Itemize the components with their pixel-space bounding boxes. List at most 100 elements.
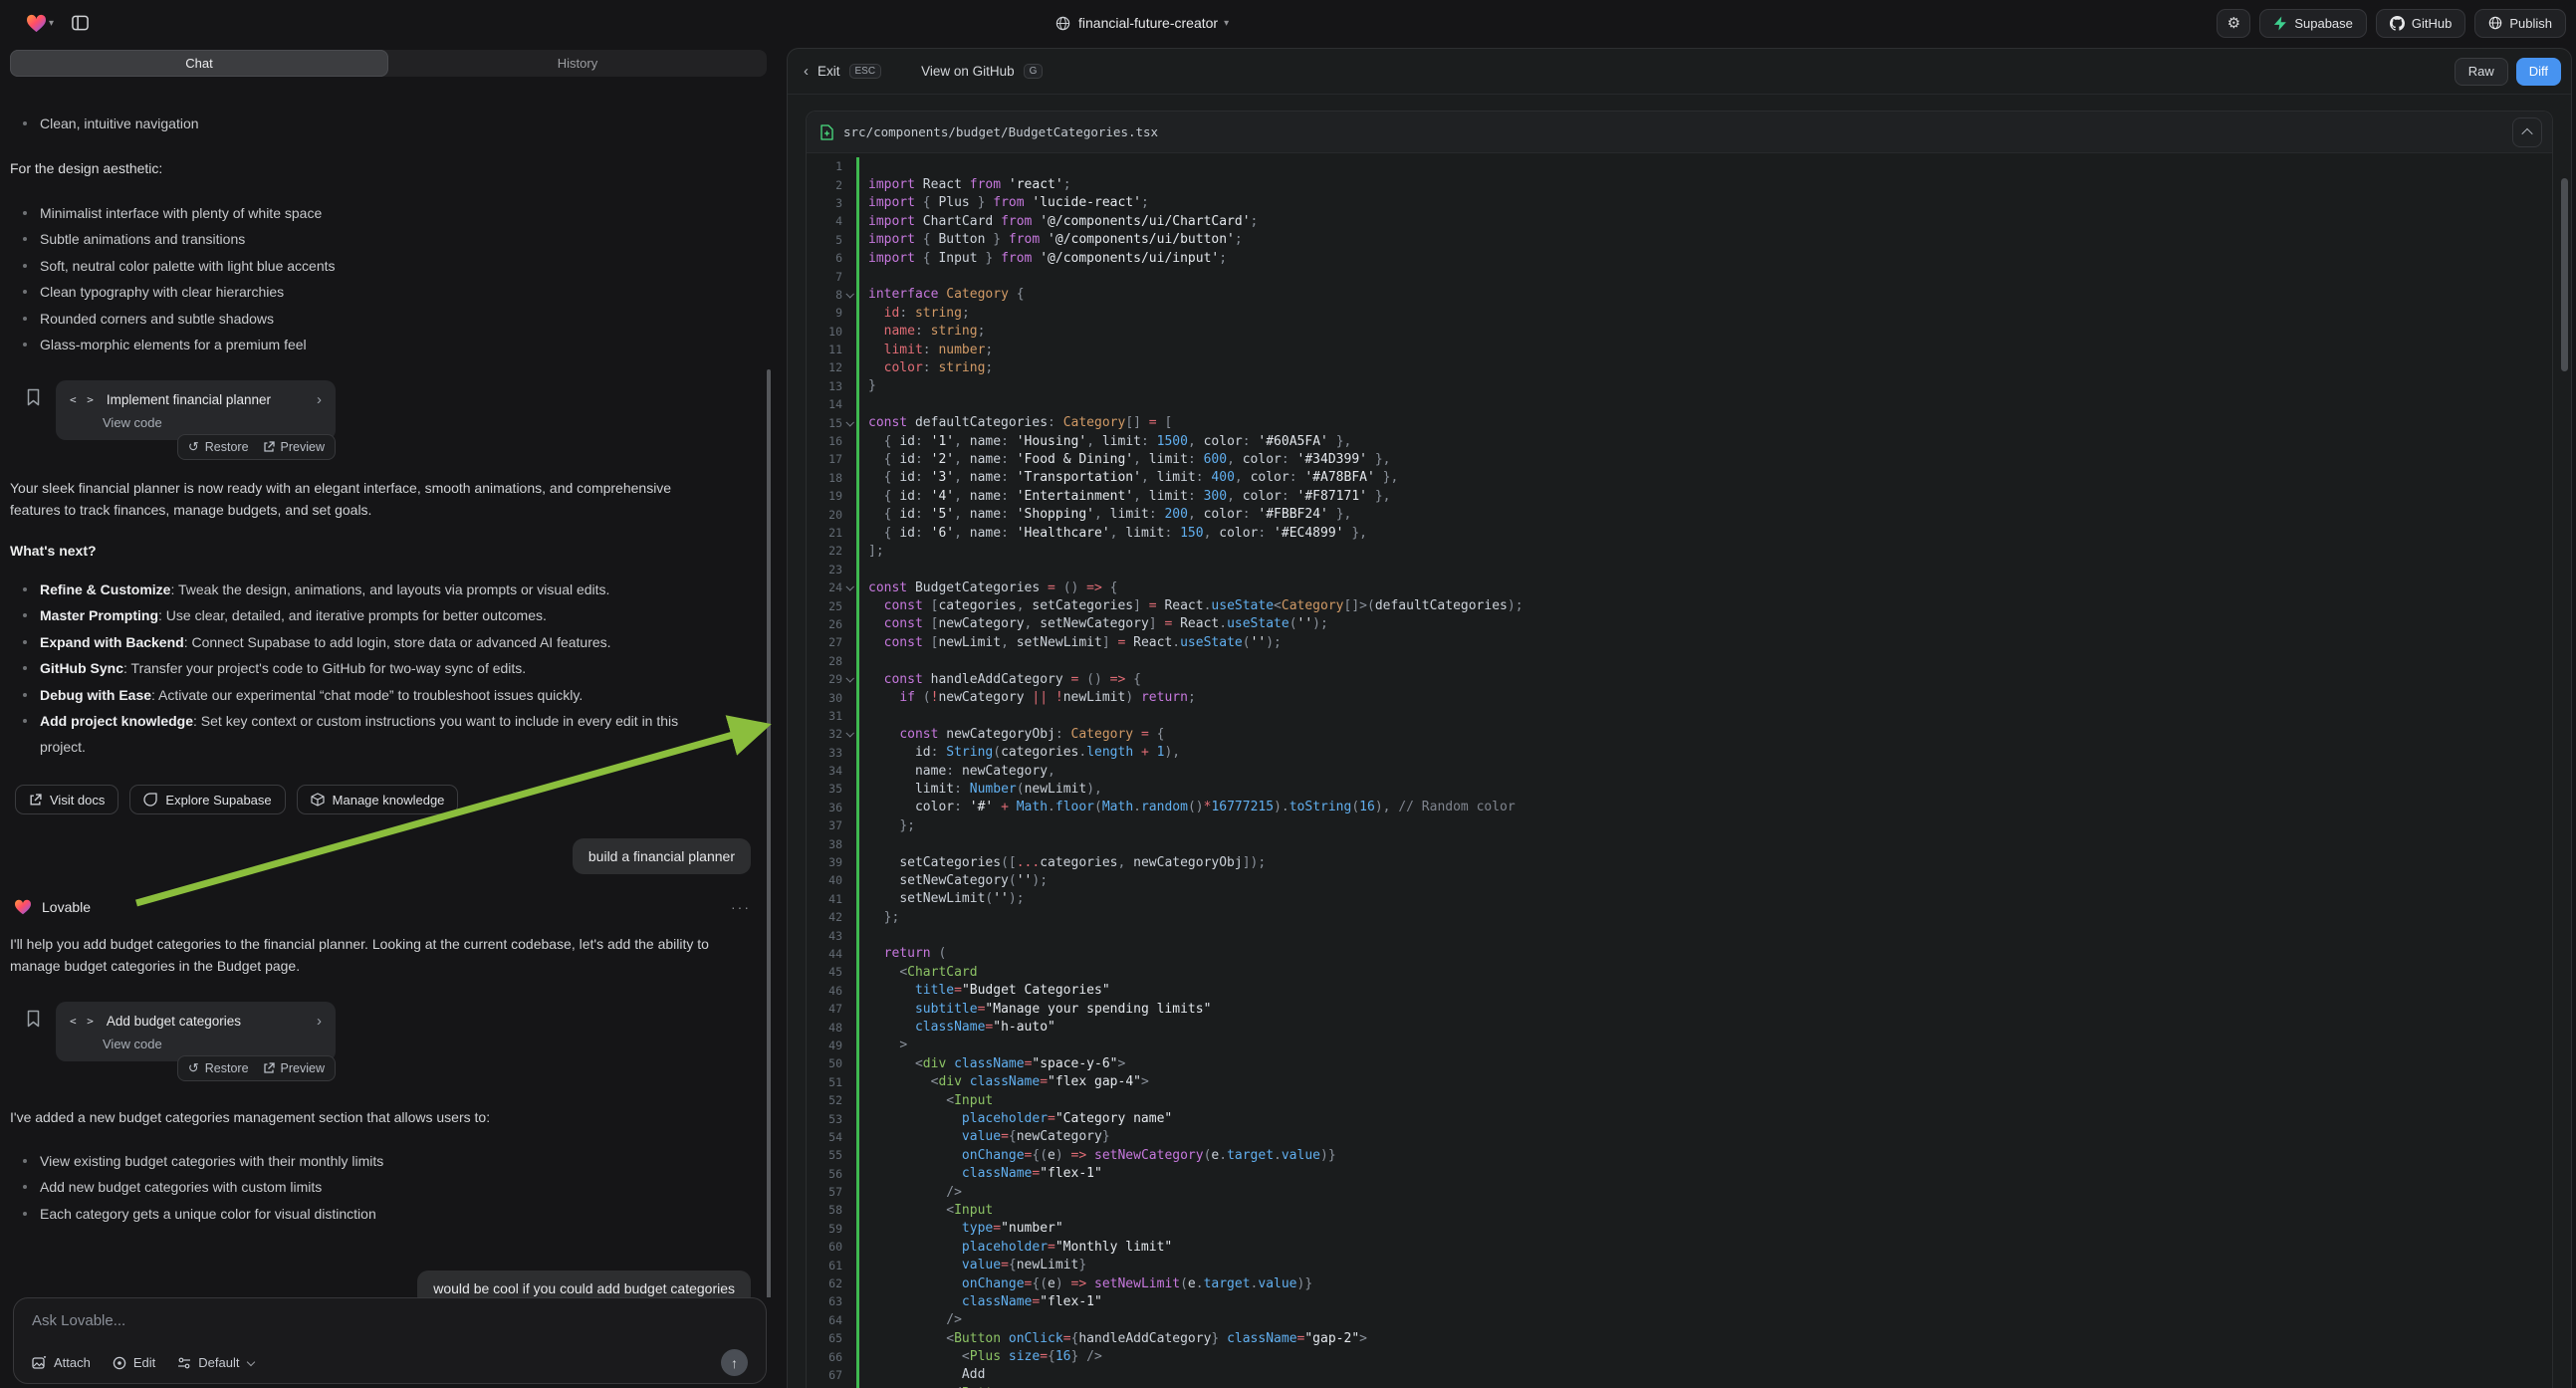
visit-docs-button[interactable]: Visit docs — [15, 785, 118, 814]
chat-input[interactable] — [32, 1312, 748, 1340]
code-text: type="number" — [859, 1221, 1063, 1236]
raw-toggle-button[interactable]: Raw — [2455, 58, 2508, 86]
code-text — [859, 928, 876, 943]
fold-chevron-icon[interactable] — [842, 292, 856, 298]
code-text: /> — [859, 1312, 962, 1327]
code-line: 61 value={newLimit} — [807, 1256, 2552, 1273]
fold-chevron-icon[interactable] — [842, 676, 856, 682]
code-text: setCategories([...categories, newCategor… — [859, 855, 1266, 870]
code-line: 8interface Category { — [807, 286, 2552, 304]
code-line: 24const BudgetCategories = () => { — [807, 578, 2552, 596]
line-number: 33 — [807, 746, 842, 760]
line-number: 35 — [807, 782, 842, 796]
settings-button[interactable]: ⚙ — [2217, 9, 2250, 38]
view-code-link[interactable]: View code — [103, 1037, 322, 1051]
file-header[interactable]: src/components/budget/BudgetCategories.t… — [807, 112, 2552, 153]
fold-chevron-icon[interactable] — [842, 420, 856, 426]
code-text: { id: '5', name: 'Shopping', limit: 200,… — [859, 507, 1351, 522]
code-line: 39 setCategories([...categories, newCate… — [807, 853, 2552, 871]
code-text: }; — [859, 818, 915, 833]
code-line: 64 /> — [807, 1311, 2552, 1329]
lovable-logo-icon[interactable]: ▾ — [26, 14, 54, 33]
line-number: 48 — [807, 1021, 842, 1035]
version-card[interactable]: < > Implement financial planner › View c… — [56, 380, 336, 440]
added-features-list: View existing budget categories with the… — [10, 1148, 383, 1227]
code-text — [859, 653, 876, 668]
design-bullet-list: Minimalist interface with plenty of whit… — [10, 200, 336, 357]
code-line: 16 { id: '1', name: 'Housing', limit: 15… — [807, 432, 2552, 450]
version-card-implement-planner: < > Implement financial planner › View c… — [56, 380, 336, 440]
edit-mode-button[interactable]: Edit — [113, 1355, 155, 1370]
version-card[interactable]: < > Add budget categories › View code ↺ … — [56, 1002, 336, 1061]
code-text: title="Budget Categories" — [859, 983, 1110, 998]
github-button[interactable]: GitHub — [2376, 9, 2465, 38]
code-text: <ChartCard — [859, 965, 978, 980]
chevron-left-icon: ‹ — [804, 63, 809, 80]
view-on-github-button[interactable]: View on GitHub — [921, 64, 1015, 79]
code-text: setNewLimit(''); — [859, 891, 1025, 906]
restore-button[interactable]: ↺ Restore — [188, 1060, 249, 1076]
mode-select[interactable]: Default — [177, 1355, 254, 1370]
list-item: Subtle animations and transitions — [10, 226, 336, 252]
diff-toggle-button[interactable]: Diff — [2516, 58, 2561, 86]
bookmark-icon[interactable] — [26, 388, 41, 406]
code-text: onChange={(e) => setNewCategory(e.target… — [859, 1148, 1336, 1163]
tab-history[interactable]: History — [388, 50, 767, 77]
whats-next-heading: What's next? — [10, 543, 97, 559]
code-line: 10 name: string; — [807, 323, 2552, 341]
chat-message-list[interactable]: Clean, intuitive navigation For the desi… — [0, 77, 779, 1297]
publish-button[interactable]: Publish — [2474, 9, 2566, 38]
exit-button[interactable]: Exit — [818, 64, 840, 79]
restore-button[interactable]: ↺ Restore — [188, 439, 249, 455]
message-menu-button[interactable]: ··· — [731, 899, 751, 915]
send-button[interactable]: ↑ — [721, 1349, 748, 1376]
globe-icon — [2488, 16, 2502, 30]
line-number: 40 — [807, 873, 842, 887]
view-code-link[interactable]: View code — [103, 415, 322, 430]
supabase-button[interactable]: Supabase — [2259, 9, 2367, 38]
code-text: }; — [859, 910, 899, 925]
code-text: placeholder="Monthly limit" — [859, 1240, 1172, 1255]
line-number: 10 — [807, 325, 842, 339]
line-number: 54 — [807, 1130, 842, 1144]
fold-chevron-icon[interactable] — [842, 584, 856, 590]
code-text: > — [859, 1038, 907, 1052]
tab-chat[interactable]: Chat — [10, 50, 388, 77]
target-edit-icon — [113, 1356, 126, 1370]
external-link-icon — [263, 1062, 275, 1074]
line-number: 14 — [807, 397, 842, 411]
manage-knowledge-button[interactable]: Manage knowledge — [297, 785, 459, 814]
code-line: 42 }; — [807, 908, 2552, 926]
code-text: <Input — [859, 1203, 993, 1218]
code-content[interactable]: 1 2import React from 'react';3import { P… — [807, 153, 2552, 1388]
line-number: 43 — [807, 929, 842, 943]
code-text: className="flex-1" — [859, 1166, 1102, 1181]
chat-scrollbar[interactable] — [767, 369, 771, 1297]
app-header: ▾ financial-future-creator ▾ ⚙ Supabase — [0, 0, 2576, 46]
code-scrollbar[interactable] — [2561, 178, 2568, 371]
line-number: 65 — [807, 1331, 842, 1345]
attach-button[interactable]: Attach — [32, 1355, 91, 1370]
line-number: 39 — [807, 855, 842, 869]
code-line: 12 color: string; — [807, 358, 2552, 376]
code-line: 56 className="flex-1" — [807, 1164, 2552, 1182]
sidebar-toggle-button[interactable] — [64, 8, 96, 38]
heart-icon — [26, 14, 47, 33]
line-number: 64 — [807, 1313, 842, 1327]
fold-chevron-icon[interactable] — [842, 731, 856, 737]
line-number: 7 — [807, 270, 842, 284]
bookmark-icon[interactable] — [26, 1010, 41, 1028]
code-line: 53 placeholder="Category name" — [807, 1109, 2552, 1127]
code-line: 37 }; — [807, 816, 2552, 834]
preview-button[interactable]: Preview — [263, 1061, 325, 1075]
code-text: return ( — [859, 946, 946, 961]
line-number: 12 — [807, 360, 842, 374]
code-text — [859, 836, 876, 851]
project-switcher[interactable]: financial-future-creator ▾ — [1055, 0, 1229, 46]
collapse-file-button[interactable] — [2512, 117, 2542, 147]
code-line: 23 — [807, 561, 2552, 578]
code-line: 68 </Button> — [807, 1384, 2552, 1388]
explore-supabase-button[interactable]: Explore Supabase — [129, 785, 285, 814]
restore-icon: ↺ — [188, 1060, 199, 1076]
preview-button[interactable]: Preview — [263, 440, 325, 454]
